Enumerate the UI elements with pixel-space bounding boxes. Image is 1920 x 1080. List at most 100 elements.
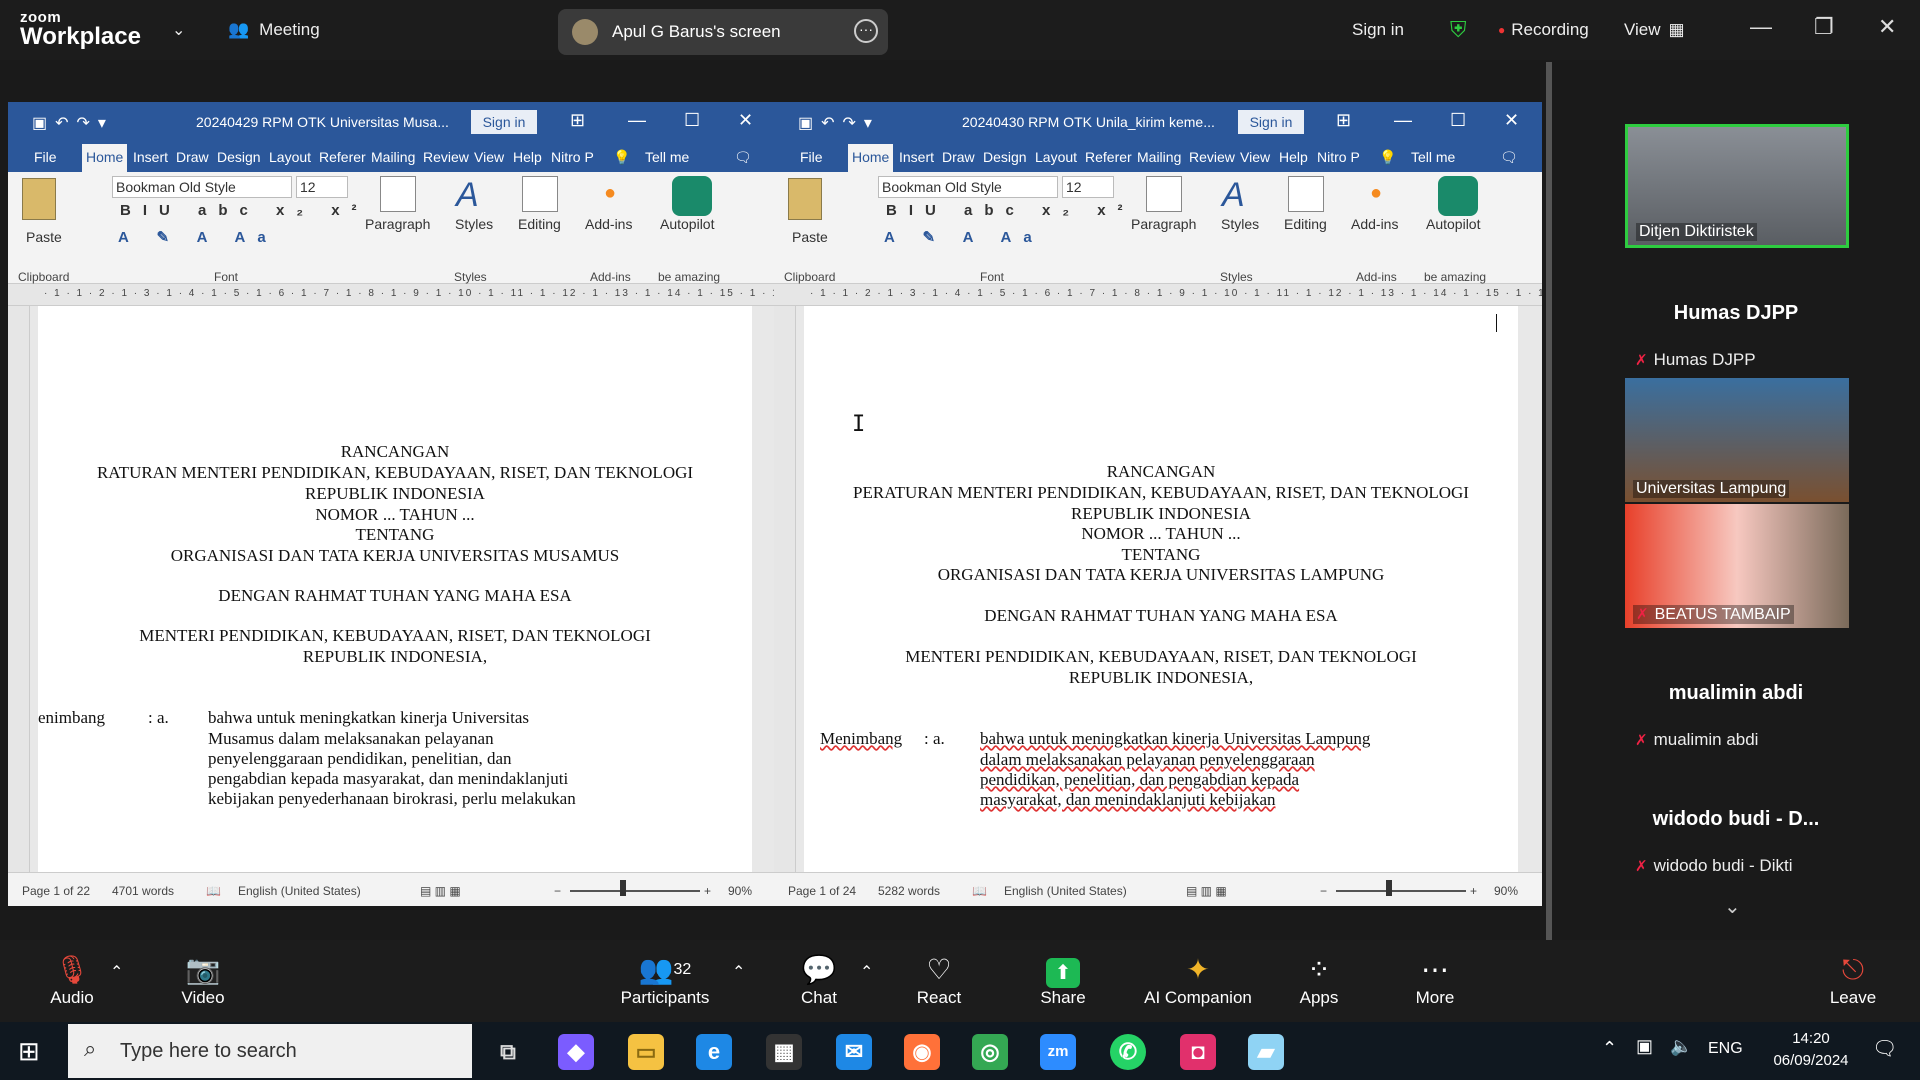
comments-icon[interactable]: 🗨	[1500, 149, 1518, 166]
zoom-slider[interactable]	[1336, 890, 1466, 892]
vertical-ruler[interactable]	[774, 306, 796, 872]
styles-icon[interactable]: A	[456, 176, 479, 215]
minimize-icon[interactable]: —	[1394, 110, 1412, 131]
page-count[interactable]: Page 1 of 22	[22, 884, 90, 898]
leave-button[interactable]: ⎋ Leave	[1798, 952, 1908, 1008]
paragraph-button[interactable]: Paragraph	[365, 216, 430, 232]
page-count[interactable]: Page 1 of 24	[788, 884, 856, 898]
font-name-select[interactable]: Bookman Old Style	[112, 176, 292, 198]
font-name-select[interactable]: Bookman Old Style	[878, 176, 1058, 198]
zoom-in-icon[interactable]: +	[1470, 884, 1477, 898]
maximize-icon[interactable]: ☐	[684, 110, 700, 131]
tell-me-search[interactable]: Tell me	[645, 149, 689, 165]
chevron-up-icon[interactable]: ⌃	[860, 962, 873, 982]
quick-access-icons[interactable]: ▣↶↷▾	[798, 113, 880, 133]
zoom-out-icon[interactable]: −	[1320, 884, 1327, 898]
tab-design[interactable]: Design	[217, 149, 261, 165]
paste-button[interactable]: Paste	[792, 229, 828, 245]
chevron-down-icon[interactable]: ⌄	[172, 0, 185, 60]
horizontal-ruler[interactable]: · 1 · 1 · 2 · 1 · 3 · 1 · 4 · 1 · 5 · 1 …	[8, 284, 776, 306]
font-size-select[interactable]: 12	[296, 176, 348, 198]
tab-review[interactable]: Review	[1189, 149, 1235, 165]
document-page[interactable]: I RANCANGAN PERATURAN MENTERI PENDIDIKAN…	[804, 306, 1518, 872]
tab-design[interactable]: Design	[983, 149, 1027, 165]
maximize-icon[interactable]: ☐	[1450, 110, 1466, 131]
chat-button[interactable]: 💬 Chat	[764, 952, 874, 1008]
close-icon[interactable]: ✕	[1504, 110, 1519, 131]
autopilot-button[interactable]: Autopilot	[660, 216, 714, 232]
chevron-up-icon[interactable]: ⌃	[732, 962, 745, 982]
network-icon[interactable]: ▣	[1636, 1036, 1653, 1057]
quick-access-icons[interactable]: ▣↶↷▾	[32, 113, 114, 133]
autopilot-icon[interactable]	[672, 176, 712, 216]
edge-icon[interactable]: e	[696, 1034, 732, 1070]
autopilot-icon[interactable]	[1438, 176, 1478, 216]
language-indicator[interactable]: ENG	[1708, 1040, 1743, 1058]
zoom-in-icon[interactable]: +	[704, 884, 711, 898]
tab-insert[interactable]: Insert	[899, 149, 934, 165]
tab-help[interactable]: Help	[1279, 149, 1308, 165]
tab-review[interactable]: Review	[423, 149, 469, 165]
proofing-icon[interactable]: 📖	[206, 884, 221, 898]
paragraph-button[interactable]: Paragraph	[1131, 216, 1196, 232]
zoom-icon[interactable]: zm	[1040, 1034, 1076, 1070]
editing-button[interactable]: Editing	[518, 216, 561, 232]
zoom-out-icon[interactable]: −	[554, 884, 561, 898]
video-button[interactable]: 📷 Video	[148, 952, 258, 1008]
tell-me-search[interactable]: Tell me	[1411, 149, 1455, 165]
tab-nitro[interactable]: Nitro P	[1317, 149, 1360, 165]
apps-button[interactable]: ⁘ Apps	[1264, 952, 1374, 1008]
view-button[interactable]: View ▦	[1624, 0, 1685, 60]
tab-references[interactable]: Referer	[319, 149, 366, 165]
copilot-icon[interactable]: ◆	[558, 1034, 594, 1070]
view-mode-icons[interactable]: ▤ ▥ ▦	[1186, 884, 1227, 898]
tab-home[interactable]: Home	[848, 144, 894, 172]
add-ins-button[interactable]: Add-ins	[1351, 216, 1398, 232]
zoom-slider-thumb[interactable]	[1386, 880, 1392, 896]
more-button[interactable]: ⋯ More	[1380, 952, 1490, 1008]
mail-icon[interactable]: ✉	[836, 1034, 872, 1070]
word-count[interactable]: 4701 words	[112, 884, 174, 898]
format-buttons[interactable]: BIU abc x₂ x²	[120, 202, 369, 219]
zoom-level[interactable]: 90%	[728, 884, 752, 898]
tab-draw[interactable]: Draw	[176, 149, 209, 165]
vertical-ruler[interactable]	[8, 306, 30, 872]
share-button[interactable]: ⬆ Share	[1008, 952, 1118, 1008]
tab-view[interactable]: View	[474, 149, 504, 165]
add-ins-button[interactable]: Add-ins	[585, 216, 632, 232]
volume-icon[interactable]: 🔈	[1670, 1036, 1692, 1057]
minimize-icon[interactable]: —	[1750, 14, 1772, 40]
firefox-icon[interactable]: ◉	[904, 1034, 940, 1070]
tab-mailings[interactable]: Mailing	[1137, 149, 1181, 165]
store-icon[interactable]: ▦	[766, 1034, 802, 1070]
tab-draw[interactable]: Draw	[942, 149, 975, 165]
word-sign-in-button[interactable]: Sign in	[471, 110, 537, 134]
windows-start-icon[interactable]: ⊞	[18, 1036, 40, 1067]
video-tile[interactable]: Ditjen Diktiristek	[1625, 124, 1849, 248]
clock[interactable]: 14:20 06/09/2024	[1766, 1028, 1856, 1072]
language-status[interactable]: English (United States)	[238, 884, 361, 898]
close-icon[interactable]: ✕	[1878, 14, 1896, 40]
proofing-icon[interactable]: 📖	[972, 884, 987, 898]
participants-button[interactable]: 👥32 Participants	[610, 952, 720, 1008]
font-color-buttons[interactable]: A ✎ A Aa	[884, 228, 1044, 246]
paste-button[interactable]: Paste	[26, 229, 62, 245]
tab-references[interactable]: Referer	[1085, 149, 1132, 165]
taskbar-search[interactable]: ⌕ Type here to search	[68, 1024, 472, 1078]
editing-button[interactable]: Editing	[1284, 216, 1327, 232]
language-status[interactable]: English (United States)	[1004, 884, 1127, 898]
chevron-up-icon[interactable]: ⌃	[110, 962, 123, 982]
view-mode-icons[interactable]: ▤ ▥ ▦	[420, 884, 461, 898]
whatsapp-icon[interactable]: ✆	[1110, 1034, 1146, 1070]
paragraph-icon[interactable]	[380, 176, 416, 212]
tab-home[interactable]: Home	[82, 144, 128, 172]
restore-icon[interactable]: ❐	[1814, 14, 1834, 40]
tray-chevron-icon[interactable]: ⌃	[1602, 1038, 1617, 1059]
editing-icon[interactable]	[522, 176, 558, 212]
styles-icon[interactable]: A	[1222, 176, 1245, 215]
tab-nitro[interactable]: Nitro P	[551, 149, 594, 165]
tab-insert[interactable]: Insert	[133, 149, 168, 165]
ribbon-display-icon[interactable]: ⊞	[570, 110, 585, 131]
notifications-icon[interactable]: 🗨	[1872, 1036, 1897, 1061]
zoom-level[interactable]: 90%	[1494, 884, 1518, 898]
